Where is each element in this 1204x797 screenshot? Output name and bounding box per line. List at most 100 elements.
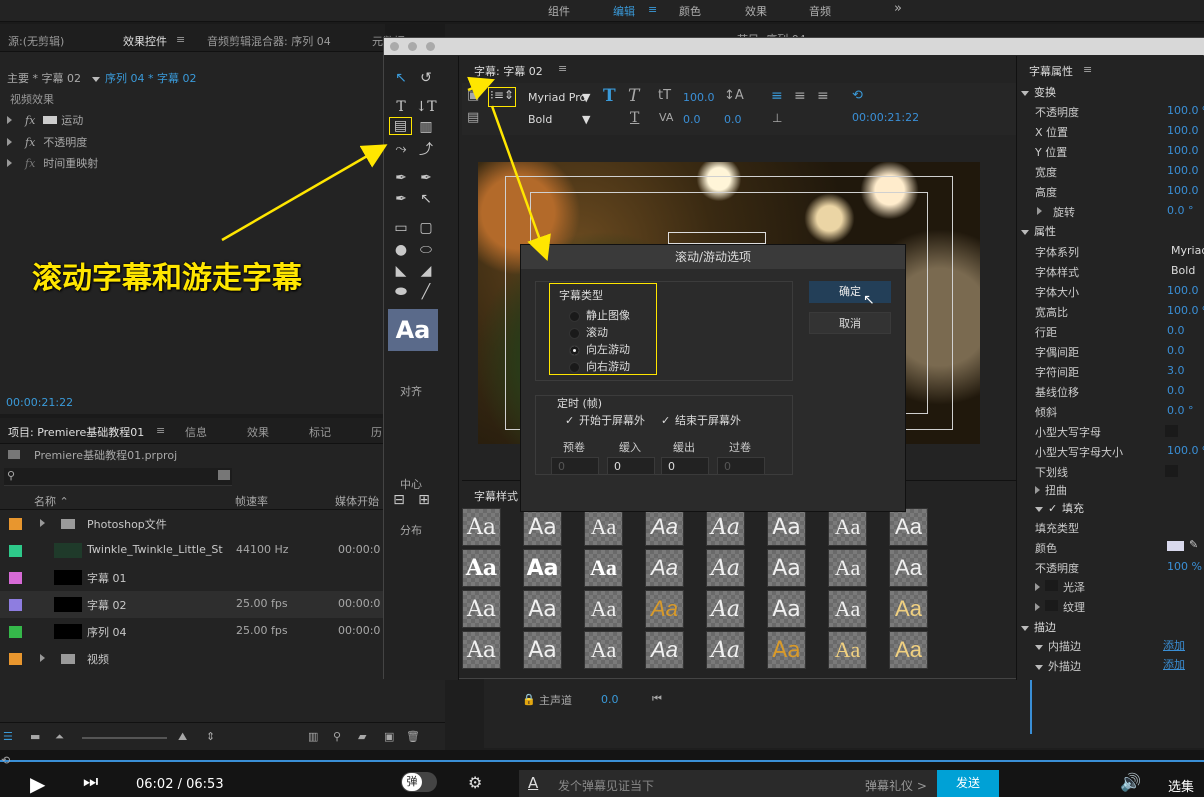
- style-swatch[interactable]: Aa: [828, 631, 867, 669]
- attrs-section[interactable]: 属性: [1021, 223, 1056, 239]
- path-type-tool-icon[interactable]: ⤳: [392, 140, 410, 158]
- ws-effects[interactable]: 效果: [745, 3, 767, 19]
- title-timecode[interactable]: 00:00:21:22: [852, 111, 919, 124]
- list-view-icon[interactable]: ☰: [3, 730, 13, 743]
- expand-icon[interactable]: [40, 519, 45, 527]
- font-size-value[interactable]: 100.0: [683, 91, 715, 104]
- title-menu-icon[interactable]: ≡: [558, 62, 567, 75]
- ws-color[interactable]: 颜色: [679, 3, 701, 19]
- add-inner-stroke-link[interactable]: 添加: [1163, 637, 1185, 653]
- leading-value[interactable]: 0.0: [724, 113, 742, 126]
- title-type-option[interactable]: 向左游动: [569, 341, 630, 357]
- lock-icon[interactable]: 🔒: [522, 693, 536, 706]
- title-type-option[interactable]: 静止图像: [569, 307, 630, 323]
- prop-value[interactable]: 100.0 %: [1167, 104, 1204, 117]
- playhead[interactable]: [1030, 676, 1032, 734]
- ws-assembly[interactable]: 组件: [548, 3, 570, 19]
- fill-section[interactable]: ✓ 填充: [1035, 500, 1084, 516]
- volume-icon[interactable]: 🔊: [1120, 773, 1141, 793]
- tab-info[interactable]: 信息: [185, 424, 207, 440]
- tab-effects[interactable]: 效果: [247, 424, 269, 440]
- master-channel-value[interactable]: 0.0: [601, 693, 619, 706]
- distort-section[interactable]: 扭曲: [1035, 482, 1067, 498]
- wedge-tool-icon[interactable]: ◣: [392, 262, 410, 280]
- area-type-tool-icon[interactable]: ▤: [389, 117, 412, 135]
- align-right-icon[interactable]: ≡: [817, 88, 829, 104]
- style-swatch[interactable]: Aa: [645, 549, 684, 587]
- end-offscreen-checkbox[interactable]: ✓ 结束于屏幕外: [661, 412, 741, 428]
- danmaku-toggle[interactable]: 弹: [401, 772, 437, 792]
- new-bin-icon[interactable]: [218, 470, 230, 480]
- prop-value[interactable]: 100.0: [1167, 144, 1199, 157]
- project-item[interactable]: 序列 04 25.00 fps 00:00:0: [0, 618, 445, 645]
- automate-icon[interactable]: ▥: [308, 730, 318, 743]
- style-swatch[interactable]: Aa: [645, 590, 684, 628]
- chevron-down-icon[interactable]: ▼: [582, 91, 590, 104]
- ellipse-outline-tool-icon[interactable]: ⬬: [392, 283, 410, 301]
- attr-value[interactable]: 3.0: [1167, 364, 1185, 377]
- roll-crawl-options-icon[interactable]: ⁝≡⇕: [488, 87, 516, 107]
- radio-icon[interactable]: [569, 327, 580, 339]
- add-anchor-tool-icon[interactable]: ✒: [392, 190, 410, 208]
- attr-value[interactable]: 0.0 °: [1167, 404, 1194, 417]
- skip-icon[interactable]: ⏮: [652, 692, 662, 706]
- timing-field-input[interactable]: 0: [661, 457, 709, 475]
- style-swatch[interactable]: Aa: [706, 590, 745, 628]
- show-video-icon[interactable]: ⟲: [852, 88, 863, 103]
- vertical-area-type-tool-icon[interactable]: ▥: [417, 118, 435, 136]
- maximize-icon[interactable]: [426, 42, 435, 51]
- label-color-swatch[interactable]: [9, 572, 22, 584]
- icon-view-icon[interactable]: ▬: [30, 730, 40, 743]
- style-swatch[interactable]: Aa: [462, 590, 501, 628]
- find-icon[interactable]: ⚲: [333, 730, 341, 743]
- sort-icon[interactable]: ⛰: [178, 730, 187, 744]
- style-swatch[interactable]: Aa: [584, 590, 623, 628]
- minimize-icon[interactable]: [408, 42, 417, 51]
- rounded-rect-tool-icon[interactable]: ▢: [417, 219, 435, 237]
- label-color-swatch[interactable]: [9, 653, 22, 665]
- style-swatch[interactable]: Aa: [828, 549, 867, 587]
- zoom-slider[interactable]: [82, 737, 167, 739]
- col-frame-rate[interactable]: 帧速率: [235, 493, 268, 509]
- font-style-select[interactable]: Bold: [528, 113, 552, 126]
- close-icon[interactable]: [390, 42, 399, 51]
- effect-motion[interactable]: fx 运动: [7, 112, 83, 128]
- effect-opacity[interactable]: fx 不透明度: [7, 134, 87, 150]
- title-type-option[interactable]: 向右游动: [569, 358, 630, 374]
- title-type-option[interactable]: 滚动: [569, 324, 608, 340]
- style-swatch[interactable]: Aa: [584, 549, 623, 587]
- menu-icon[interactable]: ≡: [648, 3, 657, 16]
- prop-value[interactable]: 100.0: [1167, 124, 1199, 137]
- style-swatch[interactable]: Aa: [584, 508, 623, 546]
- style-swatch[interactable]: Aa: [889, 549, 928, 587]
- episodes-button[interactable]: 选集: [1168, 776, 1194, 795]
- project-item[interactable]: Twinkle_Twinkle_Little_St 44100 Hz 00:00:0: [0, 537, 445, 564]
- tab-stops-icon[interactable]: ⊥: [772, 111, 782, 125]
- style-swatch[interactable]: Aa: [584, 631, 623, 669]
- radio-icon[interactable]: [569, 361, 580, 373]
- align-center-icon[interactable]: ≡: [794, 88, 806, 104]
- col-name[interactable]: 名称 ⌃: [34, 493, 69, 509]
- bold-icon[interactable]: T: [603, 86, 616, 106]
- style-swatch[interactable]: Aa: [462, 508, 501, 546]
- new-bin-icon[interactable]: ▰: [358, 730, 366, 743]
- start-offscreen-checkbox[interactable]: ✓ 开始于屏幕外: [565, 412, 645, 428]
- project-item[interactable]: 字幕 02 25.00 fps 00:00:0: [0, 591, 445, 618]
- danmaku-settings-icon[interactable]: ⚙: [468, 773, 482, 792]
- arc-tool-icon[interactable]: ◢: [417, 262, 435, 280]
- timing-field-input[interactable]: 0: [551, 457, 599, 475]
- line-tool-icon[interactable]: ╱: [417, 283, 435, 301]
- style-swatch[interactable]: Aa: [767, 508, 806, 546]
- expand-icon[interactable]: [1037, 207, 1042, 215]
- project-item[interactable]: Photoshop文件: [0, 510, 445, 537]
- project-search-input[interactable]: ⚲: [4, 468, 232, 486]
- label-color-swatch[interactable]: [9, 626, 22, 638]
- style-swatch[interactable]: Aa: [462, 549, 501, 587]
- style-swatch[interactable]: Aa: [706, 549, 745, 587]
- project-item[interactable]: 字幕 01: [0, 564, 445, 591]
- prop-value[interactable]: 0.0 °: [1167, 204, 1194, 217]
- style-swatch[interactable]: Aa: [462, 631, 501, 669]
- danmaku-etiquette-link[interactable]: 弹幕礼仪 >: [865, 777, 927, 794]
- texture-row[interactable]: 纹理: [1035, 599, 1085, 615]
- radio-icon[interactable]: [569, 344, 580, 356]
